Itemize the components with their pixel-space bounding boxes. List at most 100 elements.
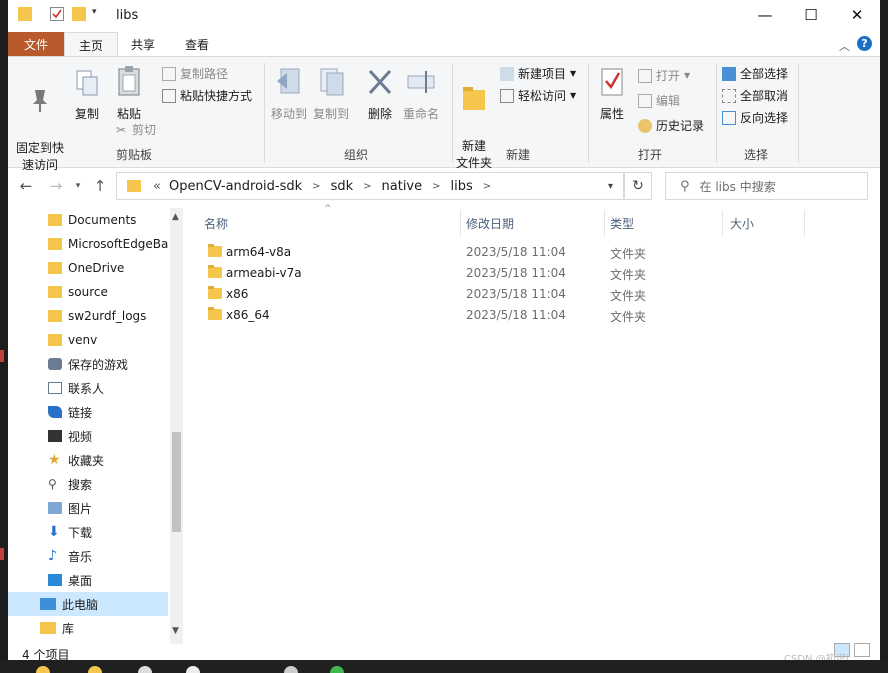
download-arrow-icon: ⬇	[48, 524, 60, 540]
ribbon: 固定到快 速访问 复制 粘贴 复制路径 粘贴快捷方式 ✂ 剪切 剪贴板 移动到 复…	[8, 56, 880, 172]
properties-label: 属性	[599, 107, 624, 121]
new-folder-icon[interactable]	[72, 7, 86, 21]
column-header-type[interactable]: 类型	[610, 210, 634, 236]
arrow-right-icon: →	[49, 177, 63, 195]
address-dropdown-icon[interactable]: ▾	[608, 181, 613, 192]
minimize-button[interactable]: —	[742, 0, 788, 30]
search-input[interactable]: 在 libs 中搜索	[700, 178, 776, 195]
taskbar-app-icon[interactable]	[284, 666, 298, 673]
file-type: 文件夹	[610, 289, 647, 303]
nav-item-libraries[interactable]: 库	[8, 616, 168, 640]
chevron-down-icon: ▾	[75, 181, 81, 191]
paste-shortcut-button[interactable]: 粘贴快捷方式	[162, 87, 252, 104]
breadcrumb-item[interactable]: OpenCV-android-sdk	[169, 179, 302, 194]
up-button[interactable]: ↑	[90, 176, 110, 196]
ribbon-divider	[588, 63, 589, 163]
customize-quick-access-icon[interactable]: ▾	[92, 7, 106, 21]
breadcrumb-item[interactable]: native	[382, 179, 423, 194]
properties-button[interactable]: 属性	[594, 67, 630, 123]
chevron-right-icon[interactable]: >	[363, 181, 371, 192]
back-button[interactable]: ←	[16, 176, 36, 196]
chevron-right-icon[interactable]: >	[432, 181, 440, 192]
tab-view[interactable]: 查看	[174, 32, 220, 56]
edit-button[interactable]: 编辑	[638, 92, 680, 109]
pin-quick-access-button[interactable]: 固定到快 速访问	[14, 69, 66, 174]
new-folder-button[interactable]: 新建 文件夹	[454, 67, 494, 172]
search-box[interactable]: ⚲ 在 libs 中搜索	[665, 172, 868, 200]
paste-button[interactable]: 粘贴	[110, 65, 148, 123]
breadcrumb-item[interactable]: sdk	[331, 179, 354, 194]
nav-item-label: 链接	[68, 405, 93, 420]
maximize-button[interactable]: ☐	[788, 0, 834, 30]
explorer-taskbar-icon[interactable]	[36, 666, 50, 673]
recent-locations-button[interactable]: ▾	[68, 176, 88, 196]
nav-item-label: MicrosoftEdgeBa	[68, 237, 169, 251]
move-to-button[interactable]: 移动到	[268, 67, 310, 123]
delete-button[interactable]: 删除	[362, 67, 398, 123]
nav-item-label: 收藏夹	[68, 453, 105, 468]
copy-to-label: 复制到	[312, 107, 349, 121]
group-organize-label: 组织	[343, 148, 368, 162]
history-button[interactable]: 历史记录	[638, 117, 704, 134]
scissors-icon: ✂	[115, 122, 127, 137]
breadcrumb-overflow[interactable]: «	[153, 179, 161, 194]
select-none-button[interactable]: 全部取消	[722, 87, 788, 104]
file-row[interactable]: arm64-v8a 2023/5/18 11:04 文件夹	[204, 242, 664, 263]
close-button[interactable]: ✕	[834, 0, 880, 30]
column-header-size[interactable]: 大小	[730, 210, 754, 236]
tab-share[interactable]: 共享	[120, 32, 166, 56]
move-to-icon	[268, 67, 310, 102]
file-row[interactable]: x86_64 2023/5/18 11:04 文件夹	[204, 305, 664, 326]
open-button[interactable]: 打开 ▼	[638, 67, 690, 84]
file-date: 2023/5/18 11:04	[466, 287, 566, 301]
nav-item-label: 此电脑	[62, 597, 99, 612]
help-icon[interactable]: ?	[857, 36, 872, 51]
ribbon-tabs: 文件 主页 共享 查看 ︿ ?	[8, 30, 880, 57]
column-divider[interactable]	[722, 210, 723, 236]
forward-button[interactable]: →	[46, 176, 66, 196]
easy-access-button[interactable]: 轻松访问 ▼	[500, 87, 576, 104]
copy-button[interactable]: 复制	[70, 69, 104, 123]
tab-file[interactable]: 文件	[8, 32, 64, 56]
tab-home[interactable]: 主页	[64, 32, 118, 57]
collapse-ribbon-icon[interactable]: ︿	[839, 38, 850, 54]
copy-path-button[interactable]: 复制路径	[162, 65, 228, 82]
large-icons-view-button[interactable]	[854, 643, 870, 657]
copy-to-button[interactable]: 复制到	[310, 67, 352, 123]
select-all-button[interactable]: 全部选择	[722, 65, 788, 82]
nav-scrollbar[interactable]: ▲ ▼	[170, 208, 183, 644]
status-item-count: 4 个项目	[22, 648, 70, 660]
column-divider[interactable]	[460, 210, 461, 236]
dropdown-arrow-icon: ▼	[684, 71, 691, 80]
scrollbar-thumb[interactable]	[172, 432, 181, 532]
chevron-right-icon[interactable]: >	[483, 181, 491, 192]
folder-icon	[208, 307, 222, 320]
taskbar-app-icon[interactable]	[138, 666, 152, 673]
cut-button[interactable]: ✂ 剪切	[114, 121, 156, 138]
file-row[interactable]: armeabi-v7a 2023/5/18 11:04 文件夹	[204, 263, 664, 284]
properties-icon[interactable]	[50, 7, 64, 21]
picture-icon	[48, 502, 62, 514]
refresh-button[interactable]: ↻	[624, 172, 652, 200]
breadcrumb-item[interactable]: libs	[451, 179, 473, 194]
rename-button[interactable]: 重命名	[400, 67, 442, 123]
taskbar-app-icon[interactable]	[88, 666, 102, 673]
folder-icon	[48, 214, 62, 226]
column-divider[interactable]	[804, 210, 805, 236]
address-bar[interactable]: « OpenCV-android-sdk > sdk > native > li…	[116, 172, 624, 200]
chevron-right-icon[interactable]: >	[312, 181, 320, 192]
taskbar-app-icon[interactable]	[330, 666, 344, 673]
column-header-date[interactable]: 修改日期	[466, 210, 514, 236]
music-note-icon: ♪	[48, 548, 57, 564]
taskbar-app-icon[interactable]	[186, 666, 200, 673]
column-header-name[interactable]: 名称	[204, 210, 228, 236]
arrow-up-icon: ↑	[93, 177, 107, 195]
open-icon	[638, 68, 652, 83]
new-item-button[interactable]: 新建项目 ▼	[500, 65, 576, 82]
scroll-up-icon[interactable]: ▲	[172, 212, 179, 222]
scroll-down-icon[interactable]: ▼	[172, 626, 179, 636]
nav-item-this-pc[interactable]: 此电脑	[8, 592, 168, 616]
invert-selection-button[interactable]: 反向选择	[722, 109, 788, 126]
column-divider[interactable]	[604, 210, 605, 236]
file-row[interactable]: x86 2023/5/18 11:04 文件夹	[204, 284, 664, 305]
